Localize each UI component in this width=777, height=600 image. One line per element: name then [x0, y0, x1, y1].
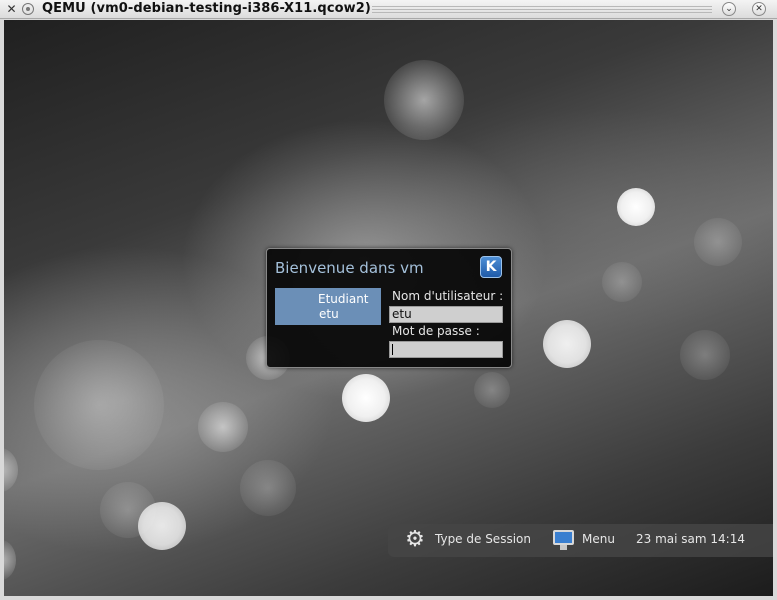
- bokeh-orb: [4, 540, 16, 580]
- bokeh-orb: [34, 340, 164, 470]
- password-field[interactable]: [389, 341, 503, 358]
- bokeh-orb: [138, 502, 186, 550]
- session-type-button[interactable]: Type de Session: [435, 532, 531, 546]
- titlebar-grip: [372, 6, 712, 13]
- dialog-title: Bienvenue dans vm: [275, 259, 424, 277]
- bottom-panel: ⚙ Type de Session Menu 23 mai sam 14:14: [388, 524, 773, 557]
- kde-logo-icon: K: [480, 256, 502, 278]
- window-title: QEMU (vm0-debian-testing-i386-X11.qcow2): [42, 1, 371, 16]
- login-dialog: Bienvenue dans vm K Etudiant etu Nom d'u…: [266, 248, 512, 368]
- bokeh-orb: [694, 218, 742, 266]
- bokeh-orb: [543, 320, 591, 368]
- text-caret: [392, 344, 393, 355]
- password-label: Mot de passe :: [392, 324, 480, 338]
- bokeh-orb: [602, 262, 642, 302]
- gear-icon[interactable]: ⚙: [404, 529, 426, 551]
- bokeh-orb: [617, 188, 655, 226]
- user-full-name: Etudiant: [318, 292, 369, 306]
- bokeh-orb: [342, 374, 390, 422]
- user-tile-etudiant[interactable]: Etudiant etu: [275, 288, 381, 325]
- vm-display[interactable]: Bienvenue dans vm K Etudiant etu Nom d'u…: [4, 20, 773, 596]
- tools-icon[interactable]: ✕: [4, 2, 19, 17]
- bokeh-orb: [198, 402, 248, 452]
- username-field[interactable]: etu: [389, 306, 503, 323]
- close-button[interactable]: ✕: [752, 2, 766, 16]
- bokeh-orb: [384, 60, 464, 140]
- user-login-name: etu: [319, 307, 339, 321]
- sticky-pin-icon[interactable]: [22, 3, 34, 15]
- clock: 23 mai sam 14:14: [636, 532, 745, 546]
- bokeh-orb: [680, 330, 730, 380]
- monitor-icon[interactable]: [553, 530, 574, 550]
- bokeh-orb: [4, 448, 18, 492]
- bokeh-orb: [240, 460, 296, 516]
- bokeh-orb: [474, 372, 510, 408]
- minimize-button[interactable]: ⌄: [722, 2, 736, 16]
- menu-button[interactable]: Menu: [582, 532, 615, 546]
- username-label: Nom d'utilisateur :: [392, 289, 504, 303]
- window-titlebar[interactable]: ✕ QEMU (vm0-debian-testing-i386-X11.qcow…: [0, 0, 777, 19]
